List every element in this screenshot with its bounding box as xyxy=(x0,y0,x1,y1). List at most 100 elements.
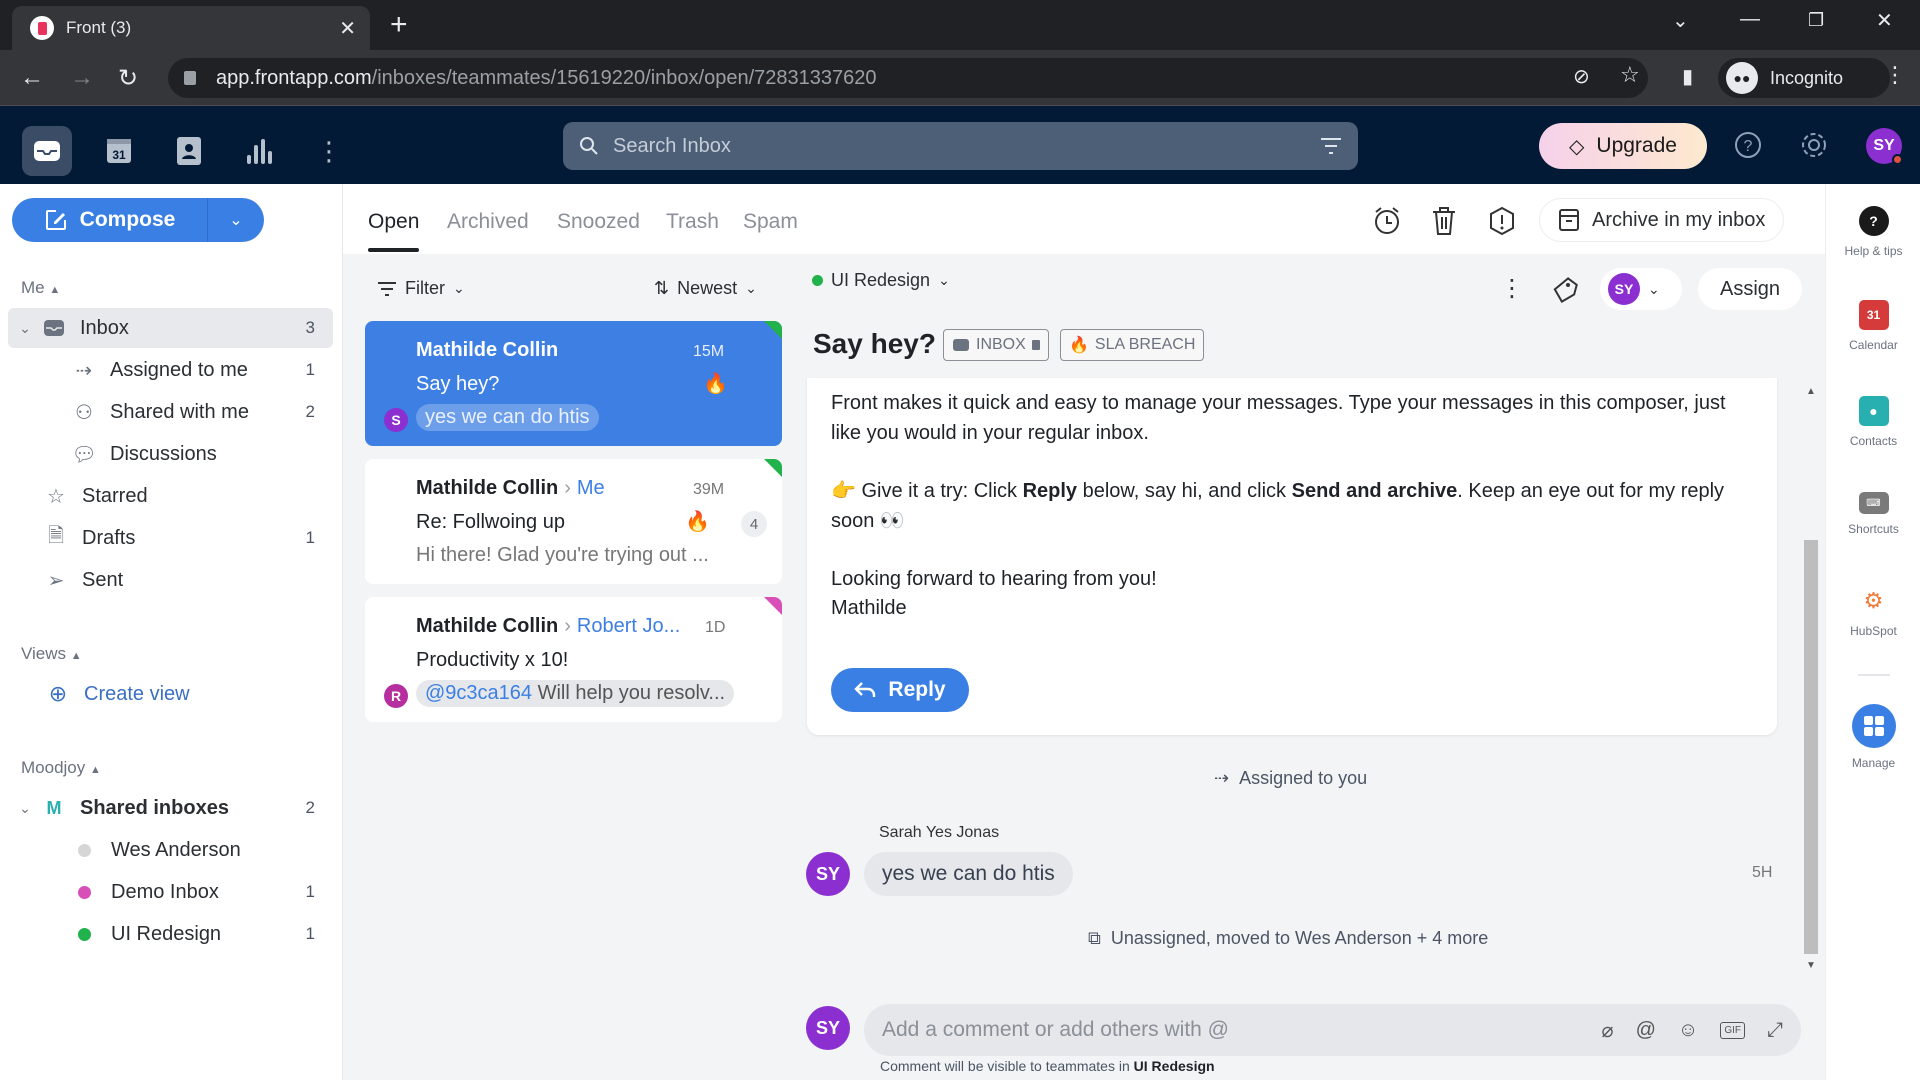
sla-breach-tag[interactable]: 🔥 SLA BREACH xyxy=(1060,329,1205,361)
contacts-nav-button[interactable] xyxy=(164,126,214,176)
assignee-avatar: SY xyxy=(1608,273,1640,305)
assign-button[interactable]: Assign xyxy=(1698,268,1802,310)
restore-icon[interactable]: ❐ xyxy=(1808,10,1824,31)
side-panel-icon[interactable]: ▮ xyxy=(1682,64,1693,89)
reload-icon[interactable]: ↻ xyxy=(118,64,138,93)
mention-icon[interactable]: @ xyxy=(1636,1019,1656,1042)
spam-alert-icon[interactable] xyxy=(1488,206,1516,236)
chevron-down-icon[interactable]: ⌄ xyxy=(8,800,42,817)
tab-close-icon[interactable]: ✕ xyxy=(339,16,356,41)
analytics-nav-button[interactable] xyxy=(234,126,284,176)
attachment-icon[interactable]: ⌀ xyxy=(1602,1018,1614,1043)
tab-search-icon[interactable]: ⌄ xyxy=(1672,8,1689,33)
emoji-icon[interactable]: ☺ xyxy=(1678,1019,1698,1042)
moved-event: ⧉ Unassigned, moved to Wes Anderson + 4 … xyxy=(1088,928,1488,949)
browser-menu-icon[interactable]: ⋮ xyxy=(1884,62,1906,88)
more-nav-button[interactable]: ⋮ xyxy=(304,126,354,176)
sidebar-item-shared-inboxes[interactable]: ⌄ M Shared inboxes 2 xyxy=(8,788,333,828)
trash-icon[interactable] xyxy=(1431,206,1457,236)
sidebar-item-drafts[interactable]: 🗎︎ Drafts 1 xyxy=(8,518,333,558)
gif-icon[interactable]: GIF xyxy=(1720,1021,1745,1039)
rail-manage[interactable]: Manage xyxy=(1826,704,1920,770)
tab-snoozed[interactable]: Snoozed xyxy=(557,210,640,234)
sort-button[interactable]: ⇅ Newest ⌄ xyxy=(654,278,757,299)
rail-help-tips[interactable]: ? Help & tips xyxy=(1826,206,1920,258)
browser-tab[interactable]: Front (3) ✕ xyxy=(12,6,370,50)
window-close-icon[interactable]: ✕ xyxy=(1876,8,1893,33)
scroll-down-icon[interactable]: ▼ xyxy=(1806,960,1816,971)
sidebar-item-label: Starred xyxy=(82,484,148,507)
sidebar-item-inbox[interactable]: ⌄ Inbox 3 xyxy=(8,308,333,348)
chevron-down-icon[interactable]: ⌄ xyxy=(8,320,42,337)
back-icon[interactable]: ← xyxy=(20,64,44,92)
url-text: app.frontapp.com/inboxes/teammates/15619… xyxy=(216,66,877,89)
conversation-time: 39M xyxy=(693,481,725,498)
inbox-color-dot xyxy=(812,275,823,286)
calendar-nav-button[interactable]: 31 xyxy=(94,126,144,176)
lock-icon xyxy=(184,71,196,85)
user-avatar[interactable]: SY xyxy=(1866,128,1903,165)
bookmark-star-icon[interactable]: ☆ xyxy=(1620,62,1640,88)
sidebar-item-sent[interactable]: ➢ Sent xyxy=(8,560,333,600)
sidebar-item-ui-redesign[interactable]: UI Redesign 1 xyxy=(8,914,333,954)
minimize-icon[interactable]: — xyxy=(1740,8,1760,31)
filter-button[interactable]: Filter ⌄ xyxy=(377,278,465,299)
sidebar-item-count: 1 xyxy=(305,882,315,901)
rail-divider xyxy=(1858,674,1890,676)
snooze-alarm-icon[interactable] xyxy=(1373,206,1401,236)
conversation-scrollbar[interactable]: ▲ ▼ xyxy=(1802,380,1820,980)
sidebar-item-discussions[interactable]: 💬︎ Discussions xyxy=(8,434,333,474)
rail-calendar[interactable]: 31 Calendar xyxy=(1826,300,1920,352)
rail-shortcuts[interactable]: ⌨ Shortcuts xyxy=(1826,492,1920,536)
sidebar-item-shared-with-me[interactable]: ⚇ Shared with me 2 xyxy=(8,392,333,432)
sidebar-item-starred[interactable]: ☆ Starred xyxy=(8,476,333,516)
team-section-header[interactable]: Moodjoy ▲ xyxy=(21,758,101,778)
conversation-item[interactable]: Mathilde Collin 15M Say hey? 🔥 S yes we … xyxy=(365,321,782,446)
tab-open[interactable]: Open xyxy=(368,210,419,234)
chevron-down-icon: ⌄ xyxy=(1648,280,1660,297)
me-section-header[interactable]: Me ▲ xyxy=(21,278,60,298)
help-icon[interactable]: ? xyxy=(1734,131,1762,159)
eye-off-icon[interactable]: ⊘ xyxy=(1573,64,1590,89)
views-section-header[interactable]: Views ▲ xyxy=(21,644,82,664)
tab-spam[interactable]: Spam xyxy=(743,210,798,234)
assigned-icon: ⇢ xyxy=(1214,768,1230,788)
scroll-up-icon[interactable]: ▲ xyxy=(1806,386,1816,397)
upgrade-button[interactable]: ◇ Upgrade xyxy=(1539,123,1707,169)
inbox-selector[interactable]: UI Redesign ⌄ xyxy=(812,270,950,291)
forward-icon[interactable]: → xyxy=(70,64,94,92)
compose-dropdown-button[interactable]: ⌄ xyxy=(208,198,264,242)
search-filter-icon[interactable] xyxy=(1320,137,1342,155)
more-options-icon[interactable]: ⋮ xyxy=(1500,274,1524,303)
tab-archived[interactable]: Archived xyxy=(447,210,529,234)
assigned-icon: ⇢ xyxy=(75,359,93,382)
rail-hubspot[interactable]: ⚙ HubSpot xyxy=(1826,586,1920,638)
right-rail: ? Help & tips 31 Calendar ● Contacts ⌨ S… xyxy=(1825,184,1920,1080)
new-tab-icon[interactable]: + xyxy=(390,10,408,40)
assignee-dropdown[interactable]: SY ⌄ xyxy=(1600,268,1682,310)
sidebar-item-demo-inbox[interactable]: Demo Inbox 1 xyxy=(8,872,333,912)
conversation-item[interactable]: Mathilde Collin › Robert Jo... 1D Producti… xyxy=(365,597,782,722)
sidebar-item-assigned-to-me[interactable]: ⇢ Assigned to me 1 xyxy=(8,350,333,390)
search-input[interactable]: Search Inbox xyxy=(563,122,1358,170)
comment-input[interactable]: Add a comment or add others with @ ⌀ @ ☺… xyxy=(864,1004,1801,1056)
expand-icon[interactable]: ⤢ xyxy=(1767,1019,1783,1042)
conversation-item[interactable]: Mathilde Collin › Me 39M Re: Follwoing up … xyxy=(365,459,782,584)
tab-trash[interactable]: Trash xyxy=(666,210,719,234)
tag-icon[interactable] xyxy=(1552,276,1578,304)
rail-contacts[interactable]: ● Contacts xyxy=(1826,396,1920,448)
event-text: Assigned to you xyxy=(1239,768,1368,788)
create-view-link[interactable]: ⊕ Create view xyxy=(8,674,333,714)
compose-button[interactable]: Compose xyxy=(12,198,208,242)
reply-button[interactable]: Reply xyxy=(831,668,969,712)
sidebar-item-wes-anderson[interactable]: Wes Anderson xyxy=(8,830,333,870)
settings-gear-icon[interactable] xyxy=(1800,131,1828,159)
inbox-tag[interactable]: INBOX xyxy=(943,329,1049,361)
archive-in-my-inbox-button[interactable]: Archive in my inbox xyxy=(1539,198,1785,242)
hubspot-icon: ⚙ xyxy=(1863,588,1884,613)
help-icon: ? xyxy=(1858,206,1889,236)
incognito-profile[interactable]: ●● Incognito xyxy=(1718,58,1890,98)
address-bar[interactable]: app.frontapp.com/inboxes/teammates/15619… xyxy=(168,58,1648,98)
scrollbar-thumb[interactable] xyxy=(1804,540,1818,954)
inbox-nav-button[interactable] xyxy=(22,126,72,176)
